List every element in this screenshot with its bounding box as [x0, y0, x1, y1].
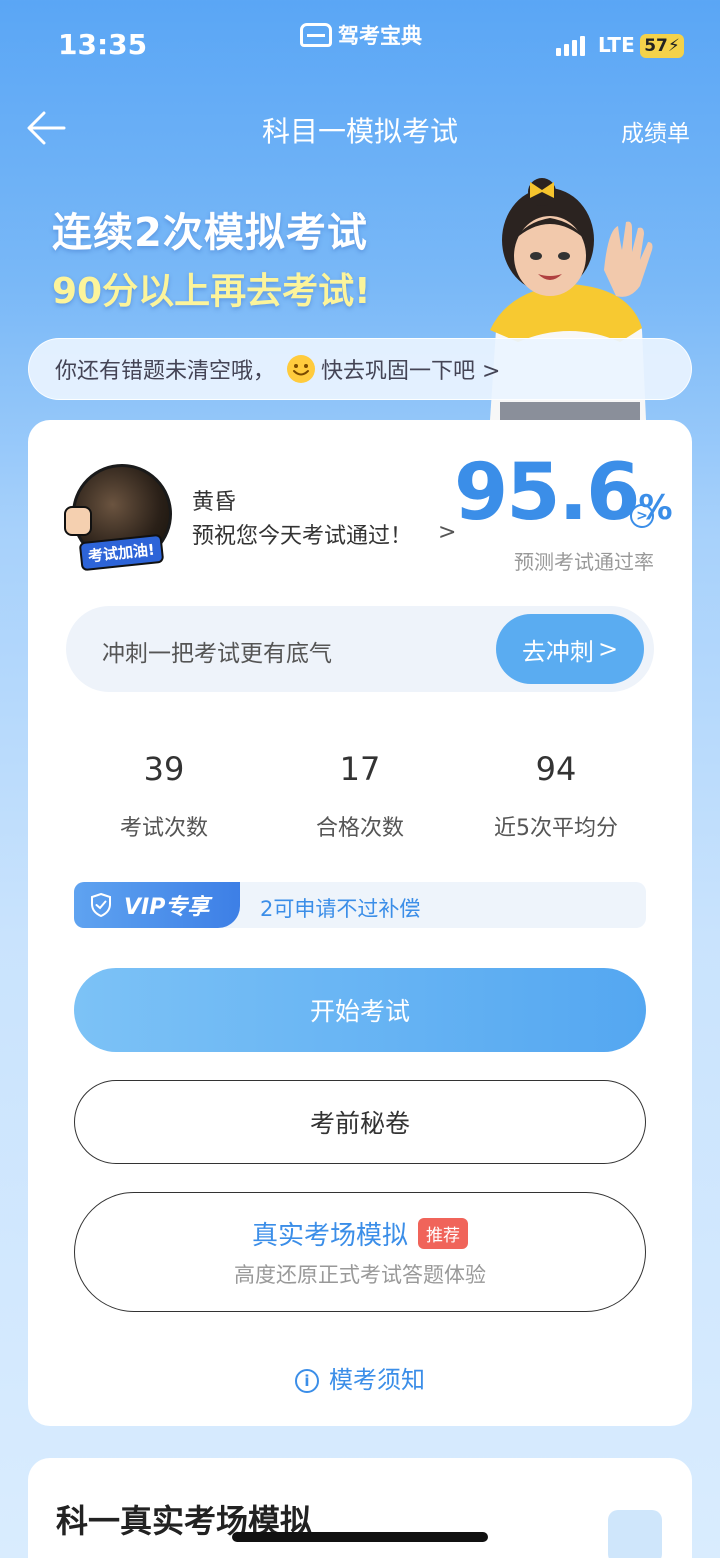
carrier-name: 驾考宝典: [338, 24, 422, 48]
battery-icon: 57 ⚡: [640, 34, 684, 58]
exam-card: 考试加油! 黄昏 预祝您今天考试通过！ > 95.6% > 预测考试通过率 冲刺…: [28, 420, 692, 1426]
stat-value: 17: [339, 750, 381, 788]
user-name: 黄昏: [192, 490, 237, 515]
stat-value: 94: [535, 750, 577, 788]
score-report-link[interactable]: 成绩单: [621, 114, 690, 148]
banner-subheadline: 90分以上再去考试!: [52, 271, 371, 312]
sprint-text: 冲刺一把考试更有底气: [102, 641, 332, 667]
real-exam-title: 真实考场模拟: [251, 1221, 408, 1251]
stat-value: 39: [143, 750, 185, 788]
start-exam-button[interactable]: 开始考试: [74, 968, 646, 1052]
checkmark-icon: [608, 1510, 662, 1558]
sprint-button-label: 去冲刺: [521, 637, 594, 666]
real-exam-title-row: 真实考场模拟 推荐: [75, 1215, 645, 1252]
wrong-questions-notice[interactable]: 你还有错题未清空哦， 快去巩固一下吧 >: [28, 338, 692, 400]
vip-tag: VIP专享: [74, 882, 240, 928]
info-icon: i: [295, 1369, 319, 1393]
car-icon: [300, 23, 332, 47]
exam-notes-link[interactable]: i 模考须知: [28, 1360, 692, 1395]
secret-paper-button[interactable]: 考前秘卷: [74, 1080, 646, 1164]
pass-rate-number: 95.6: [454, 448, 640, 538]
stat-average-score: 94 近5次平均分: [458, 750, 654, 842]
status-bar: 13:35 驾考宝典 LTE 57 ⚡: [0, 0, 720, 90]
stat-pass-count: 17 合格次数: [262, 750, 458, 842]
status-time: 13:35: [58, 28, 148, 61]
network-type: LTE: [598, 33, 635, 57]
stat-exam-count: 39 考试次数: [66, 750, 262, 842]
shield-check-icon: [91, 893, 111, 917]
recommend-badge: 推荐: [418, 1218, 468, 1249]
vip-tag-label: VIP专享: [124, 895, 210, 920]
carrier-label: 驾考宝典: [300, 20, 422, 50]
sprint-button[interactable]: 去冲刺 >: [496, 614, 644, 684]
page-title: 科目一模拟考试: [261, 115, 458, 148]
signal-icon: [556, 36, 585, 56]
nav-bar: 科目一模拟考试 成绩单: [0, 100, 720, 160]
notice-text-end: 快去巩固一下吧 >: [321, 359, 501, 384]
home-indicator[interactable]: [232, 1532, 488, 1542]
battery-level: 57: [644, 36, 668, 56]
pass-rate-label: 预测考试通过率: [514, 550, 654, 574]
stat-label: 近5次平均分: [494, 816, 618, 841]
chevron-circle-right-icon[interactable]: >: [630, 504, 654, 528]
notice-text-start: 你还有错题未清空哦，: [55, 359, 276, 384]
vip-compensation-bar[interactable]: VIP专享 2可申请不过补偿: [74, 882, 646, 928]
user-wish[interactable]: 预祝您今天考试通过！: [192, 518, 412, 550]
smile-emoji-icon: [287, 355, 316, 383]
sprint-banner: 冲刺一把考试更有底气 去冲刺 >: [66, 606, 654, 692]
vip-text: 2可申请不过补偿: [260, 897, 421, 921]
exam-stats: 39 考试次数 17 合格次数 94 近5次平均分: [66, 750, 654, 842]
stat-label: 考试次数: [119, 816, 208, 841]
real-exam-simulation-button[interactable]: 真实考场模拟 推荐 高度还原正式考试答题体验: [74, 1192, 646, 1312]
exam-notes-label: 模考须知: [329, 1366, 425, 1394]
real-exam-section: 科一真实考场模拟: [28, 1458, 692, 1558]
banner-headline: 连续2次模拟考试: [52, 210, 368, 256]
avatar[interactable]: 考试加油!: [64, 464, 176, 572]
real-exam-subtitle: 高度还原正式考试答题体验: [234, 1263, 486, 1287]
chevron-right-icon: >: [597, 635, 619, 663]
fist-icon: [64, 506, 92, 536]
stat-label: 合格次数: [315, 816, 404, 841]
